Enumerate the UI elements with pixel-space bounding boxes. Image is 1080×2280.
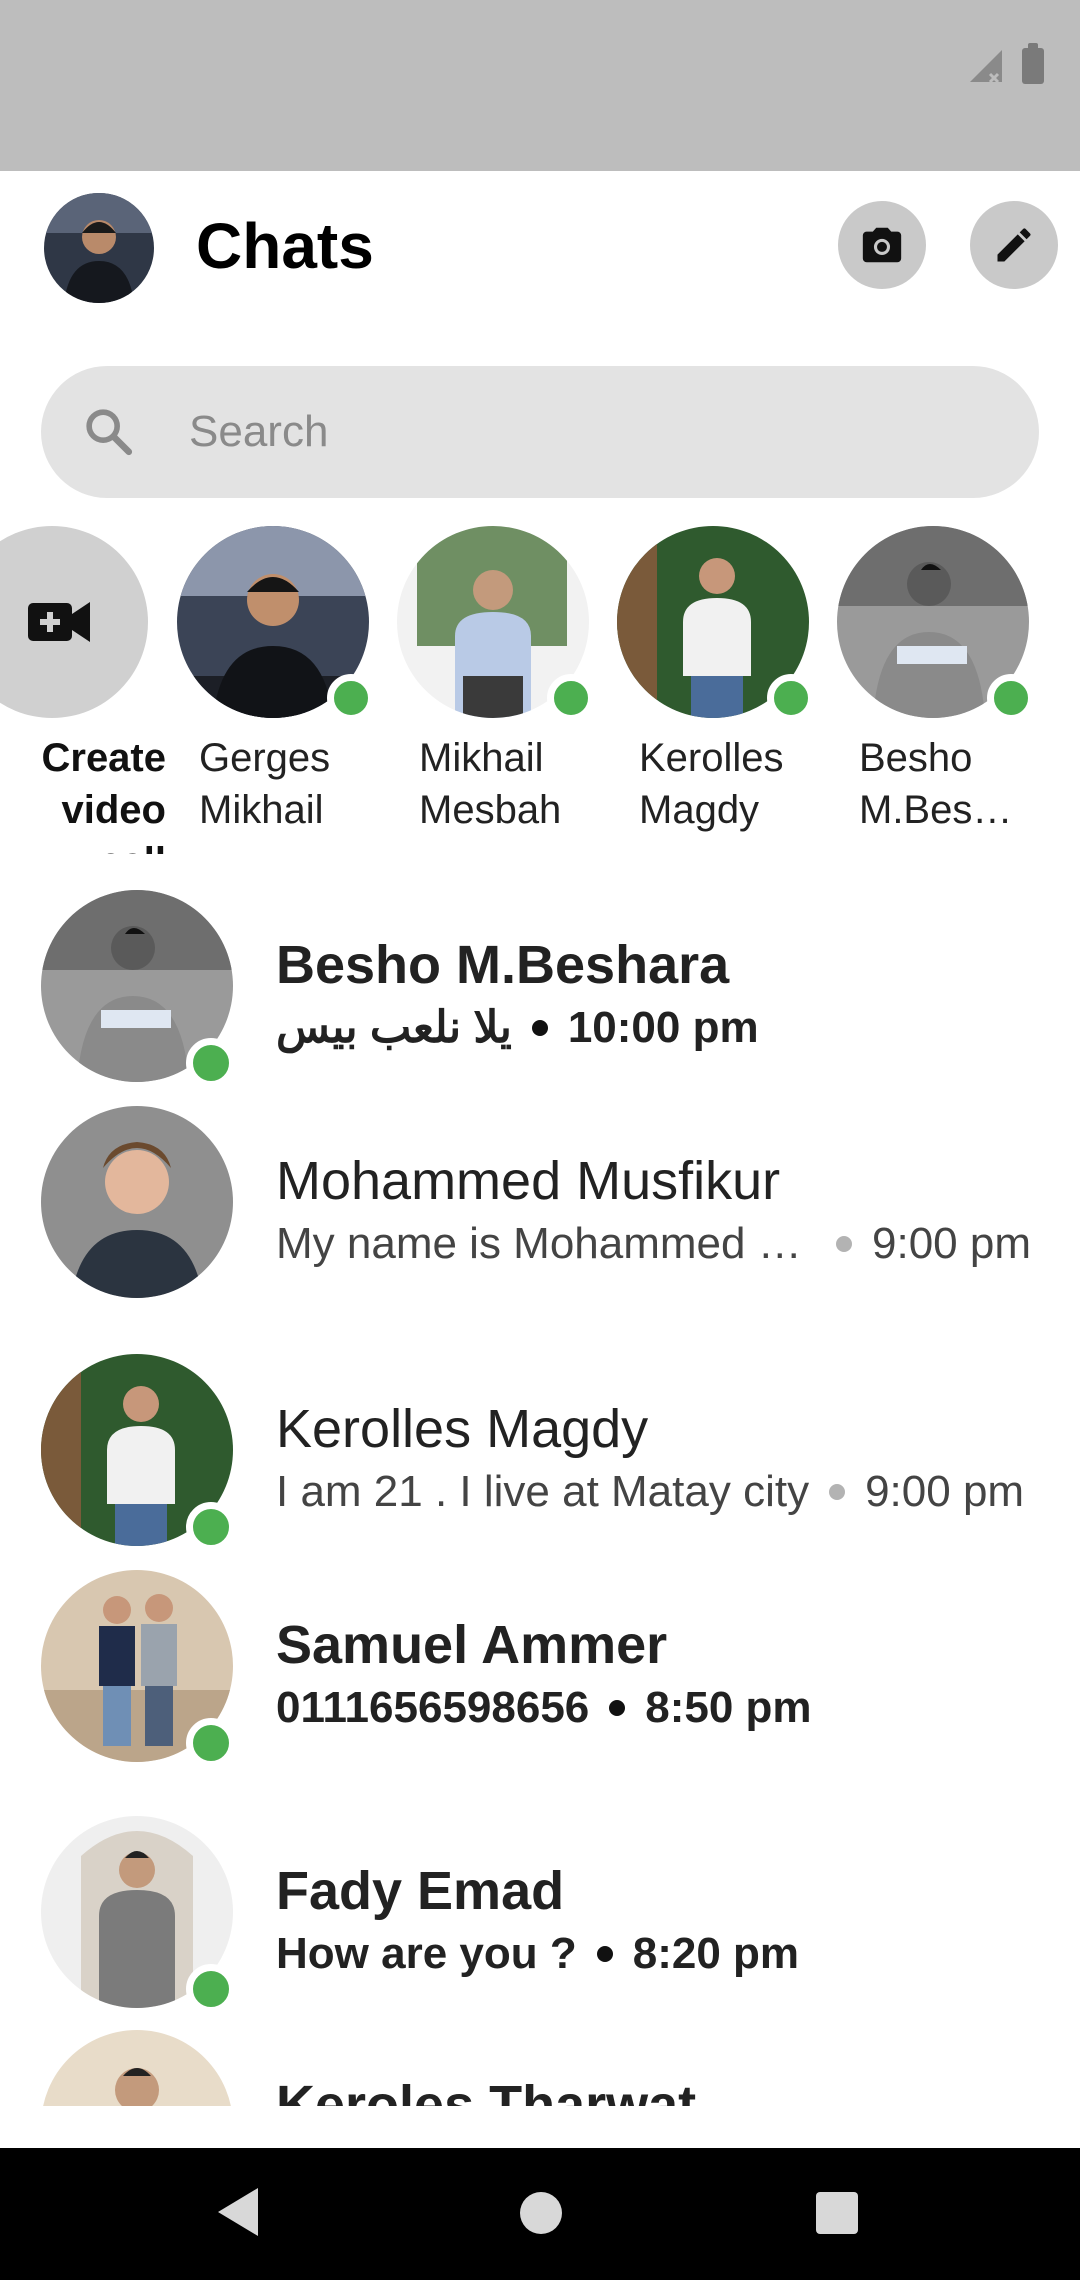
chat-message: How are you ? [276, 1929, 577, 1978]
avatar [41, 1106, 233, 1298]
chat-row-besho-mbeshara[interactable]: Besho M.Beshara يلا نلعب بيس 10:00 pm [0, 890, 1080, 1090]
chat-time: 8:50 pm [645, 1683, 812, 1732]
chat-message: يلا نلعب بيس [276, 1003, 512, 1052]
story-label: Mikhail Mesbah [419, 736, 562, 832]
online-indicator [547, 674, 595, 722]
online-indicator [186, 1038, 236, 1088]
separator-dot [531, 1020, 548, 1036]
separator-dot [836, 1236, 852, 1252]
chat-message: My name is Mohammed Musfikur [276, 1219, 816, 1268]
chat-row-kerolles-magdy[interactable]: Kerolles Magdy I am 21 . I live at Matay… [0, 1354, 1080, 1554]
home-icon[interactable] [520, 2192, 562, 2234]
chat-time: 8:20 pm [632, 1929, 800, 1978]
header: Chats [0, 171, 1080, 331]
chat-name: Fady Emad [276, 1861, 565, 1921]
signal-icon [970, 50, 1002, 84]
status-bar [0, 0, 1080, 171]
battery-icon [1022, 43, 1044, 84]
camera-button[interactable] [838, 201, 926, 289]
separator-dot [596, 1946, 613, 1962]
chat-list: Besho M.Beshara يلا نلعب بيس 10:00 pm Mo… [0, 870, 1080, 2106]
chat-time: 10:00 pm [567, 1003, 759, 1052]
compose-button[interactable] [970, 201, 1058, 289]
chat-row-fady-emad[interactable]: Fady Emad How are you ? 8:20 pm [0, 1816, 1080, 2016]
story-label: Gerges Mikhail [199, 736, 331, 832]
chat-preview: How are you ? 8:20 pm [276, 1928, 1046, 1980]
online-indicator [327, 674, 375, 722]
story-label: Create video call [41, 736, 166, 854]
chat-name: Kerolles Magdy [276, 1399, 649, 1459]
recents-icon[interactable] [816, 2192, 858, 2234]
video-camera-icon [28, 602, 90, 642]
camera-icon [862, 227, 902, 263]
chat-row-samuel-ammer[interactable]: Samuel Ammer 0111656598656 8:50 pm [0, 1570, 1080, 1770]
chat-name: Mohammed Musfikur [276, 1151, 781, 1211]
stories-row: Create video call Gerges Mikhail [0, 524, 1080, 854]
chat-preview: يلا نلعب بيس 10:00 pm [276, 1002, 1046, 1054]
status-icons [968, 43, 1044, 84]
chat-row-mohammed-musfikur[interactable]: Mohammed Musfikur My name is Mohammed Mu… [0, 1106, 1080, 1306]
video-call-avatar [0, 526, 148, 718]
separator-dot [829, 1484, 846, 1500]
search-input[interactable] [189, 366, 989, 498]
chat-name: Keroles Tharwat [276, 2075, 697, 2106]
chat-name: Besho M.Beshara [276, 935, 730, 995]
chat-message: I am 21 . I live at Matay city [276, 1467, 810, 1516]
chat-row-keroles-tharwat[interactable]: Keroles Tharwat [0, 2030, 1080, 2106]
avatar [41, 2030, 233, 2106]
online-indicator [186, 1718, 236, 1768]
chat-preview: My name is Mohammed Musfikur 9:00 pm [276, 1218, 1046, 1270]
story-label: Kerolles Magdy [639, 736, 784, 832]
chat-time: 9:00 pm [865, 1467, 1025, 1516]
story-label: Besho M.Bes… [859, 736, 1013, 832]
search-icon [86, 409, 133, 456]
pencil-icon [997, 228, 1031, 262]
chat-preview: 0111656598656 8:50 pm [276, 1682, 1046, 1734]
online-indicator [186, 1502, 236, 1552]
chat-preview: I am 21 . I live at Matay city 9:00 pm [276, 1466, 1046, 1518]
online-indicator [987, 674, 1035, 722]
back-icon[interactable] [218, 2188, 258, 2236]
chat-name: Samuel Ammer [276, 1615, 668, 1675]
chat-message: 0111656598656 [276, 1683, 590, 1732]
chat-time: 9:00 pm [872, 1219, 1031, 1268]
page-title: Chats [196, 210, 374, 282]
search-bar[interactable] [41, 366, 1039, 498]
navigation-bar [0, 2148, 1080, 2280]
online-indicator [767, 674, 815, 722]
profile-avatar[interactable] [44, 193, 154, 303]
online-indicator [186, 1964, 236, 2014]
separator-dot [609, 1700, 626, 1716]
